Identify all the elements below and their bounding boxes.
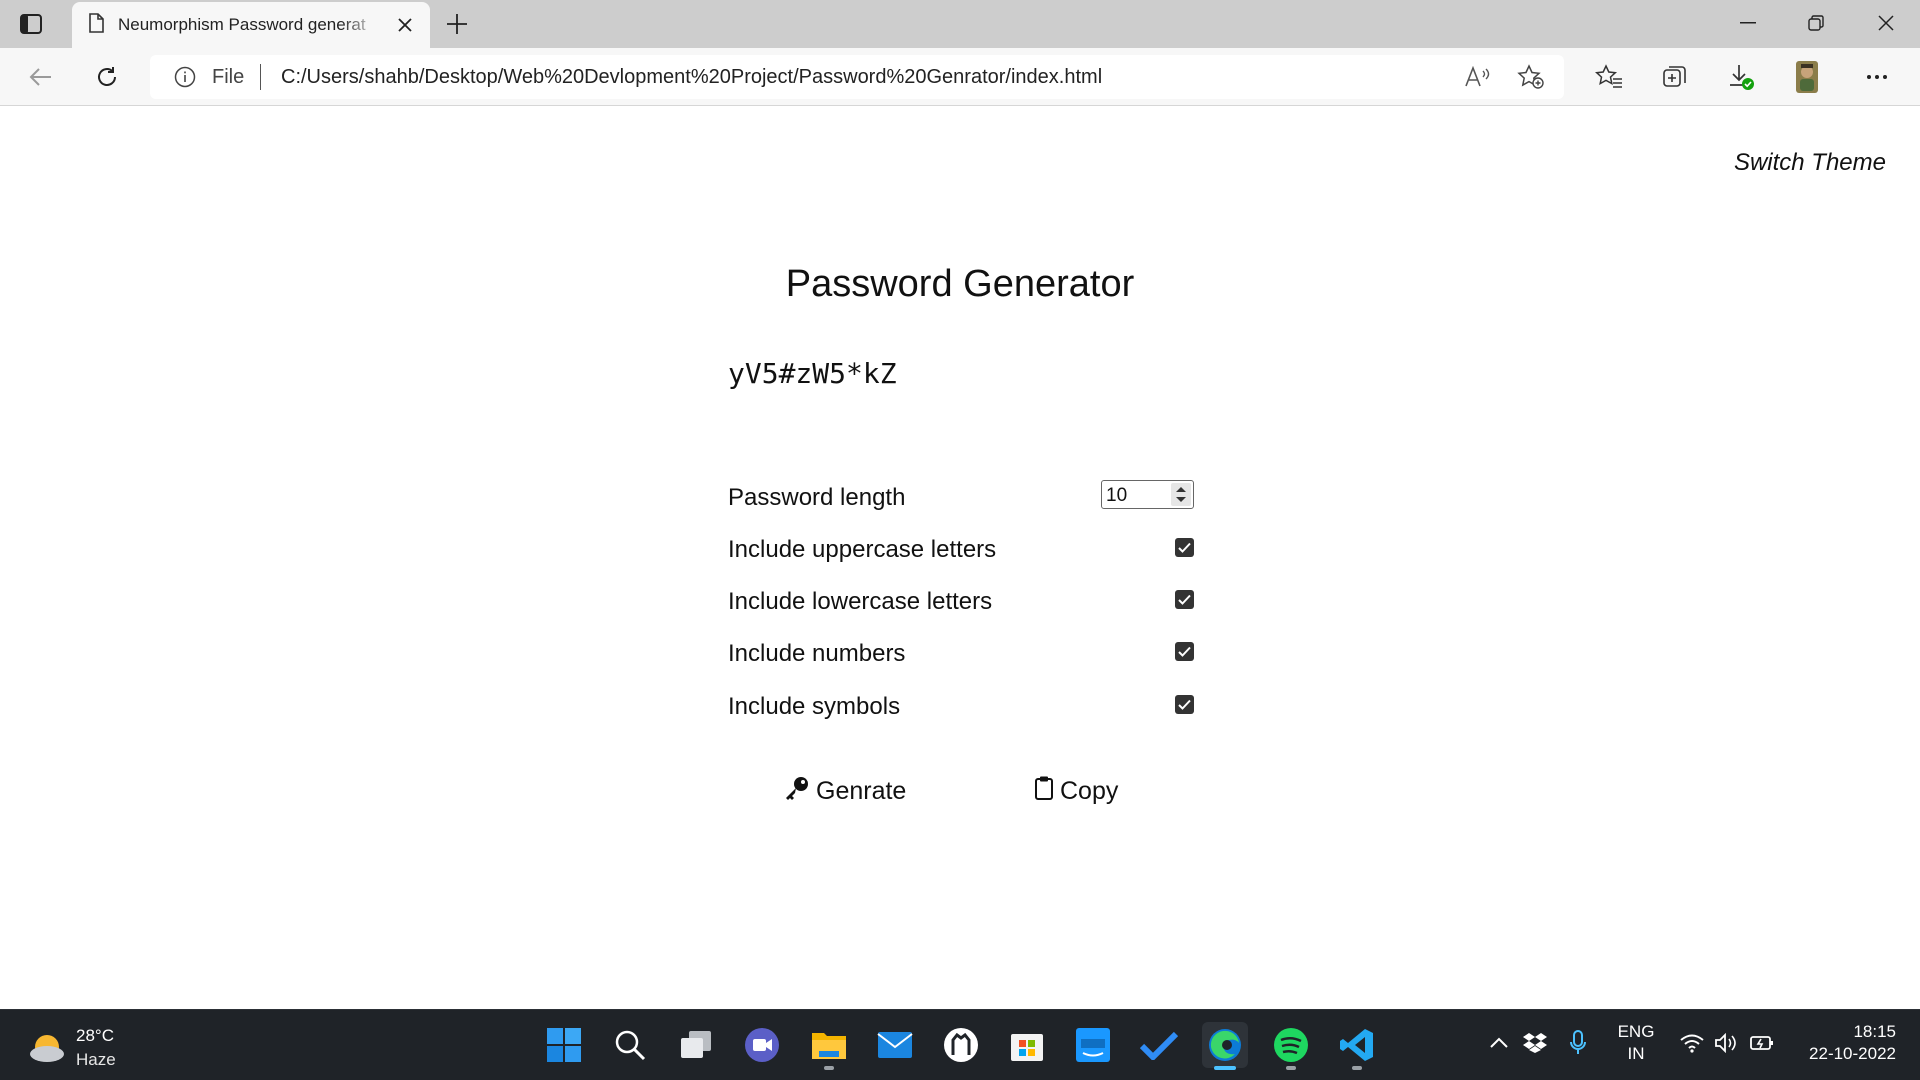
- clipboard-icon: [1034, 775, 1060, 808]
- web-page: Switch Theme Password Generator yV5#zW5*…: [0, 107, 1920, 1009]
- close-window-icon[interactable]: [1852, 0, 1920, 46]
- copy-button-label: Copy: [1060, 777, 1119, 805]
- symbols-checkbox[interactable]: [1175, 695, 1194, 714]
- restore-icon[interactable]: [1782, 0, 1850, 46]
- generated-password: yV5#zW5*kZ: [728, 357, 897, 390]
- file-explorer-icon[interactable]: [806, 1022, 852, 1070]
- back-icon[interactable]: [22, 58, 60, 96]
- microsoft-store-icon[interactable]: [1004, 1022, 1050, 1068]
- option-row-length: Password length 10: [728, 476, 1194, 516]
- weather-sun-icon: [28, 1032, 66, 1069]
- collections-icon[interactable]: [1656, 58, 1694, 96]
- chevron-up-icon[interactable]: [1485, 1028, 1513, 1058]
- uppercase-checkbox[interactable]: [1175, 538, 1194, 557]
- browser-tab[interactable]: Neumorphism Password generat: [72, 2, 430, 48]
- browser-tab-bar: Neumorphism Password generat: [0, 0, 1920, 48]
- clock-date: 22-10-2022: [1809, 1044, 1896, 1063]
- running-indicator: [1286, 1066, 1296, 1070]
- dropbox-icon[interactable]: [1521, 1028, 1549, 1058]
- add-favorite-icon[interactable]: [1516, 62, 1546, 92]
- lowercase-label: Include lowercase letters: [728, 588, 993, 615]
- page-icon: [88, 12, 104, 38]
- system-clock[interactable]: 18:15 22-10-2022: [1796, 1021, 1896, 1065]
- tab-title: Neumorphism Password generat: [118, 15, 366, 34]
- search-icon[interactable]: [607, 1022, 653, 1068]
- region-code: IN: [1627, 1044, 1645, 1063]
- edge-icon[interactable]: [1202, 1022, 1248, 1070]
- new-tab-icon[interactable]: [442, 10, 472, 38]
- wifi-icon[interactable]: [1678, 1028, 1706, 1058]
- battery-icon[interactable]: [1748, 1028, 1776, 1058]
- start-icon[interactable]: [541, 1022, 587, 1068]
- address-divider: [260, 64, 261, 90]
- switch-theme-button[interactable]: Switch Theme: [1734, 149, 1886, 177]
- vscode-icon[interactable]: [1334, 1022, 1380, 1070]
- copy-button[interactable]: Copy: [1034, 775, 1118, 808]
- close-tab-icon[interactable]: [394, 14, 416, 36]
- todo-icon[interactable]: [1136, 1022, 1182, 1068]
- generate-button[interactable]: Genrate: [784, 775, 906, 808]
- running-indicator: [1352, 1066, 1362, 1070]
- tab-actions-icon[interactable]: [18, 12, 44, 36]
- profile-avatar-icon[interactable]: [1788, 58, 1826, 96]
- lowercase-checkbox[interactable]: [1175, 590, 1194, 609]
- generate-button-label: Genrate: [816, 777, 907, 805]
- mail-icon[interactable]: [872, 1022, 918, 1068]
- clock-time: 18:15: [1853, 1022, 1896, 1041]
- volume-icon[interactable]: [1712, 1028, 1740, 1058]
- prime-video-icon[interactable]: [1070, 1022, 1116, 1068]
- site-info-icon[interactable]: [174, 66, 196, 93]
- active-indicator: [1214, 1066, 1236, 1070]
- page-title: Password Generator: [785, 263, 1135, 305]
- browser-toolbar: File C:/Users/shahb/Desktop/Web%20Devlop…: [0, 48, 1920, 106]
- option-row-lowercase: Include lowercase letters: [728, 580, 1194, 620]
- refresh-icon[interactable]: [88, 58, 126, 96]
- option-row-symbols: Include symbols: [728, 685, 1194, 725]
- microphone-icon[interactable]: [1564, 1028, 1592, 1058]
- task-view-icon[interactable]: [673, 1022, 719, 1068]
- numbers-label: Include numbers: [728, 640, 906, 667]
- github-icon[interactable]: [938, 1022, 984, 1068]
- favorites-icon[interactable]: [1590, 58, 1628, 96]
- weather-temperature: 28°C: [76, 1026, 114, 1045]
- weather-condition: Haze: [76, 1050, 116, 1069]
- weather-widget[interactable]: 28°C Haze: [28, 1024, 158, 1070]
- password-length-input[interactable]: 10: [1101, 480, 1194, 509]
- number-spinner-icon[interactable]: [1171, 483, 1191, 506]
- option-row-numbers: Include numbers: [728, 632, 1194, 672]
- password-length-label: Password length: [728, 484, 906, 511]
- address-scheme: File: [212, 66, 245, 88]
- address-bar[interactable]: File C:/Users/shahb/Desktop/Web%20Devlop…: [150, 55, 1564, 99]
- uppercase-label: Include uppercase letters: [728, 536, 997, 563]
- password-length-value: 10: [1106, 485, 1128, 506]
- address-url[interactable]: C:/Users/shahb/Desktop/Web%20Devlopment%…: [281, 66, 1102, 89]
- running-indicator: [824, 1066, 834, 1070]
- downloads-icon[interactable]: [1722, 58, 1760, 96]
- symbols-label: Include symbols: [728, 693, 901, 720]
- windows-taskbar: 28°C Haze ENG IN 18:15 22-10-2022: [0, 1009, 1920, 1080]
- key-icon: [784, 775, 816, 808]
- option-row-uppercase: Include uppercase letters: [728, 528, 1194, 568]
- teams-icon[interactable]: [739, 1022, 785, 1068]
- language-indicator[interactable]: ENG IN: [1614, 1021, 1658, 1065]
- spotify-icon[interactable]: [1268, 1022, 1314, 1070]
- language-code: ENG: [1617, 1022, 1655, 1041]
- numbers-checkbox[interactable]: [1175, 642, 1194, 661]
- minimize-icon[interactable]: [1714, 0, 1782, 46]
- more-options-icon[interactable]: [1858, 58, 1896, 96]
- read-aloud-icon[interactable]: [1462, 62, 1492, 92]
